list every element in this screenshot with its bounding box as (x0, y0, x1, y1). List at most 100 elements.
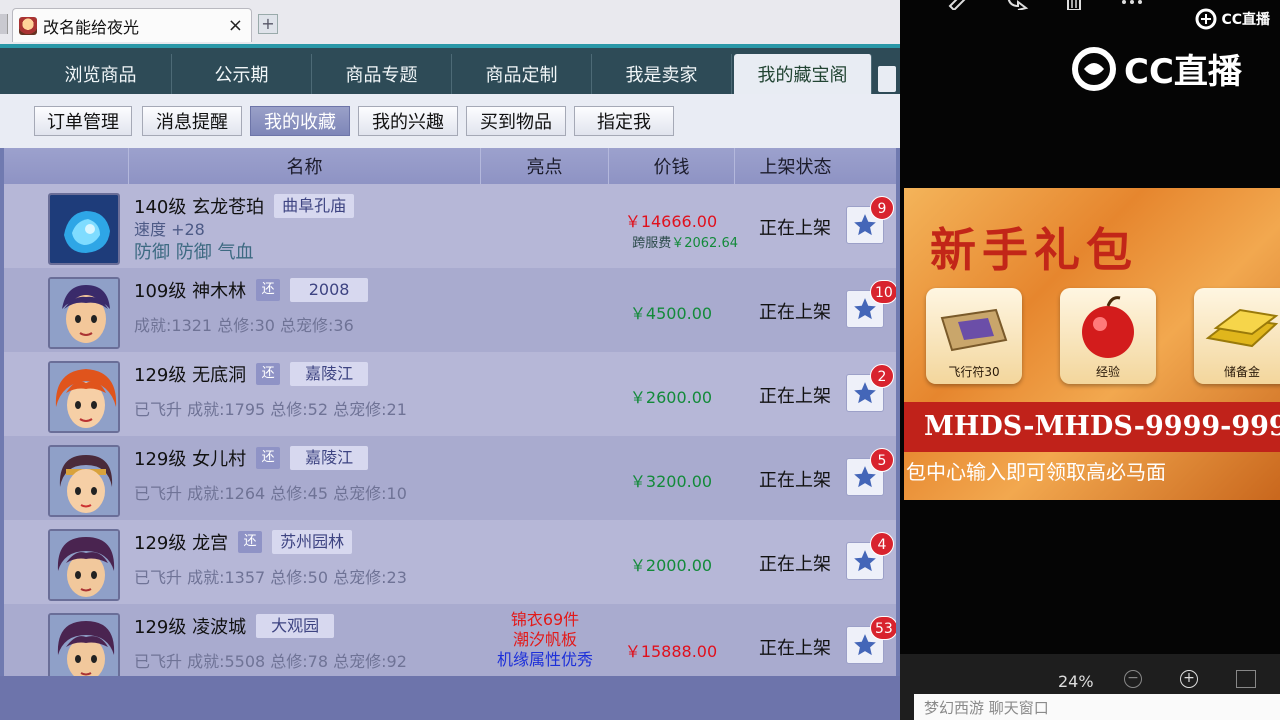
zoom-in-icon[interactable]: + (1180, 670, 1198, 688)
return-badge: 还 (238, 531, 263, 553)
header-highlight: 亮点 (480, 148, 608, 184)
item-attributes: 防御 防御 气血 (134, 242, 254, 263)
server-tag: 嘉陵江 (290, 446, 369, 470)
favorite-count-badge: 4 (870, 532, 894, 556)
nav-tab-topics[interactable]: 商品专题 (312, 54, 452, 94)
listing-status: 正在上架 (759, 302, 831, 323)
cc-logo-icon (1195, 8, 1217, 30)
table-row[interactable]: 140级 玄龙苍珀 曲阜孔庙 速度 +28 防御 防御 气血 ￥14666.00… (4, 184, 896, 268)
order-management-button[interactable]: 订单管理 (34, 106, 132, 136)
fit-screen-icon[interactable] (1236, 670, 1256, 688)
edit-icon[interactable] (944, 0, 972, 10)
character-avatar[interactable] (48, 529, 120, 601)
add-tab-button[interactable]: + (258, 14, 278, 34)
favorite-count-badge: 5 (870, 448, 894, 472)
item-title-line: 129级 女儿村 还 嘉陵江 (134, 445, 369, 471)
nav-tab-my-treasure[interactable]: 我的藏宝阁 (734, 54, 872, 94)
cc-logo-text: CC直播 (1221, 12, 1270, 28)
header-price[interactable]: 价钱 (608, 148, 734, 184)
return-badge: 还 (256, 279, 281, 301)
server-tag: 大观园 (256, 614, 335, 638)
table-row[interactable]: 129级 龙宫 还 苏州园林 已飞升 成就:1357 总修:50 总宠修:23 … (4, 520, 896, 604)
browser-titlebar: 改名能给夜光 × + (0, 0, 900, 44)
gift-label: 经验 (1095, 365, 1120, 379)
favorite-count-badge: 53 (870, 616, 896, 640)
my-interests-button[interactable]: 我的兴趣 (358, 106, 458, 136)
character-avatar[interactable] (48, 361, 120, 433)
item-title[interactable]: 129级 女儿村 (134, 445, 246, 471)
server-tag: 苏州园林 (272, 530, 353, 554)
item-title-line: 109级 神木林 还 2008 (134, 277, 369, 303)
item-title-line: 129级 龙宫 还 苏州园林 (134, 529, 353, 555)
item-price: ￥2600.00 (629, 388, 713, 407)
gift-item: 飞行符30 (926, 288, 1022, 384)
item-title-line: 129级 凌波城 大观园 (134, 613, 335, 639)
table-row[interactable]: 129级 凌波城 大观园 已飞升 成就:5508 总修:78 总宠修:92 锦衣… (4, 604, 896, 676)
trash-icon[interactable] (1060, 0, 1088, 10)
gift-label: 飞行符30 (948, 365, 1000, 379)
character-stats: 已飞升 成就:5508 总修:78 总宠修:92 (134, 652, 407, 671)
item-title[interactable]: 109级 神木林 (134, 277, 246, 303)
character-avatar[interactable] (48, 277, 120, 349)
character-avatar[interactable] (48, 613, 120, 676)
character-avatar[interactable] (48, 445, 120, 517)
listing-status: 正在上架 (759, 470, 831, 491)
window-footer (0, 676, 900, 720)
item-title[interactable]: 129级 凌波城 (134, 613, 246, 639)
nav-tab-browse[interactable]: 浏览商品 (30, 54, 172, 94)
chat-input[interactable]: 梦幻西游 聊天窗口 (914, 694, 1280, 720)
nav-scroll-button[interactable] (878, 66, 896, 92)
fee-label: 跨服费 (632, 236, 672, 251)
more-icon[interactable] (1118, 0, 1146, 10)
tab-scroll-left-button[interactable] (0, 14, 8, 34)
item-price: ￥3200.00 (629, 472, 713, 491)
nav-tab-seller[interactable]: 我是卖家 (592, 54, 732, 94)
message-reminder-button[interactable]: 消息提醒 (142, 106, 242, 136)
item-price: ￥2000.00 (629, 556, 713, 575)
item-price: ￥15888.00 (624, 642, 718, 661)
character-stats: 已飞升 成就:1357 总修:50 总宠修:23 (134, 568, 407, 587)
favorites-table: 140级 玄龙苍珀 曲阜孔庙 速度 +28 防御 防御 气血 ￥14666.00… (4, 184, 896, 676)
my-favorites-button[interactable]: 我的收藏 (250, 106, 350, 136)
listing-status: 正在上架 (759, 218, 831, 239)
header-name[interactable]: 名称 (128, 148, 480, 184)
listing-status: 正在上架 (759, 554, 831, 575)
item-title[interactable]: 129级 无底洞 (134, 361, 246, 387)
cc-logo-text-large: CC直播 (1124, 52, 1242, 92)
zoom-level: 24% (1058, 672, 1094, 691)
gift-item: 储备金 (1194, 288, 1280, 384)
item-jade-icon[interactable] (48, 193, 120, 265)
nav-tab-public[interactable]: 公示期 (172, 54, 312, 94)
flying-talisman-icon (940, 308, 1008, 352)
share-icon[interactable] (1002, 0, 1030, 10)
stream-panel: CC直播 CC直播 新手礼包 飞行符30 经验 储备金 MHDS-MHDS-99… (900, 0, 1280, 720)
table-row[interactable]: 109级 神木林 还 2008 成就:1321 总修:30 总宠修:36 ￥45… (4, 268, 896, 352)
table-row[interactable]: 129级 无底洞 还 嘉陵江 已飞升 成就:1795 总修:52 总宠修:21 … (4, 352, 896, 436)
header-status: 上架状态 (734, 148, 856, 184)
cc-logo-icon (1072, 46, 1116, 91)
item-attribute: 速度 +28 (134, 220, 205, 239)
server-tag: 2008 (290, 278, 369, 302)
server-tag: 嘉陵江 (290, 362, 369, 386)
character-stats: 已飞升 成就:1795 总修:52 总宠修:21 (134, 400, 407, 419)
highlight-text: 锦衣69件 (510, 610, 580, 629)
highlight-text: 潮汐帆板 (512, 630, 577, 649)
highlight-text: 机缘属性优秀 (496, 650, 593, 669)
item-title[interactable]: 129级 龙宫 (134, 529, 228, 555)
item-title-line: 129级 无底洞 还 嘉陵江 (134, 361, 369, 387)
purchased-items-button[interactable]: 买到物品 (466, 106, 566, 136)
banner-title: 新手礼包 (930, 223, 1138, 277)
browser-tab[interactable]: 改名能给夜光 × (12, 8, 252, 42)
nav-tab-custom[interactable]: 商品定制 (452, 54, 592, 94)
close-icon[interactable]: × (228, 15, 243, 36)
cross-server-fee: 跨服费￥2062.64 (608, 232, 738, 251)
browser-tab-title: 改名能给夜光 (43, 17, 140, 37)
table-row[interactable]: 129级 女儿村 还 嘉陵江 已飞升 成就:1264 总修:45 总宠修:10 … (4, 436, 896, 520)
designated-me-button[interactable]: 指定我 (574, 106, 674, 136)
newbie-gift-banner[interactable]: 新手礼包 飞行符30 经验 储备金 MHDS-MHDS-9999-9999 包中… (904, 188, 1280, 500)
sub-nav: 订单管理 消息提醒 我的收藏 我的兴趣 买到物品 指定我 (0, 94, 900, 148)
cc-live-logo-small: CC直播 (1195, 8, 1270, 30)
apple-icon (1082, 296, 1134, 358)
zoom-out-icon[interactable]: − (1124, 670, 1142, 688)
toolbar-icons (944, 0, 1146, 10)
